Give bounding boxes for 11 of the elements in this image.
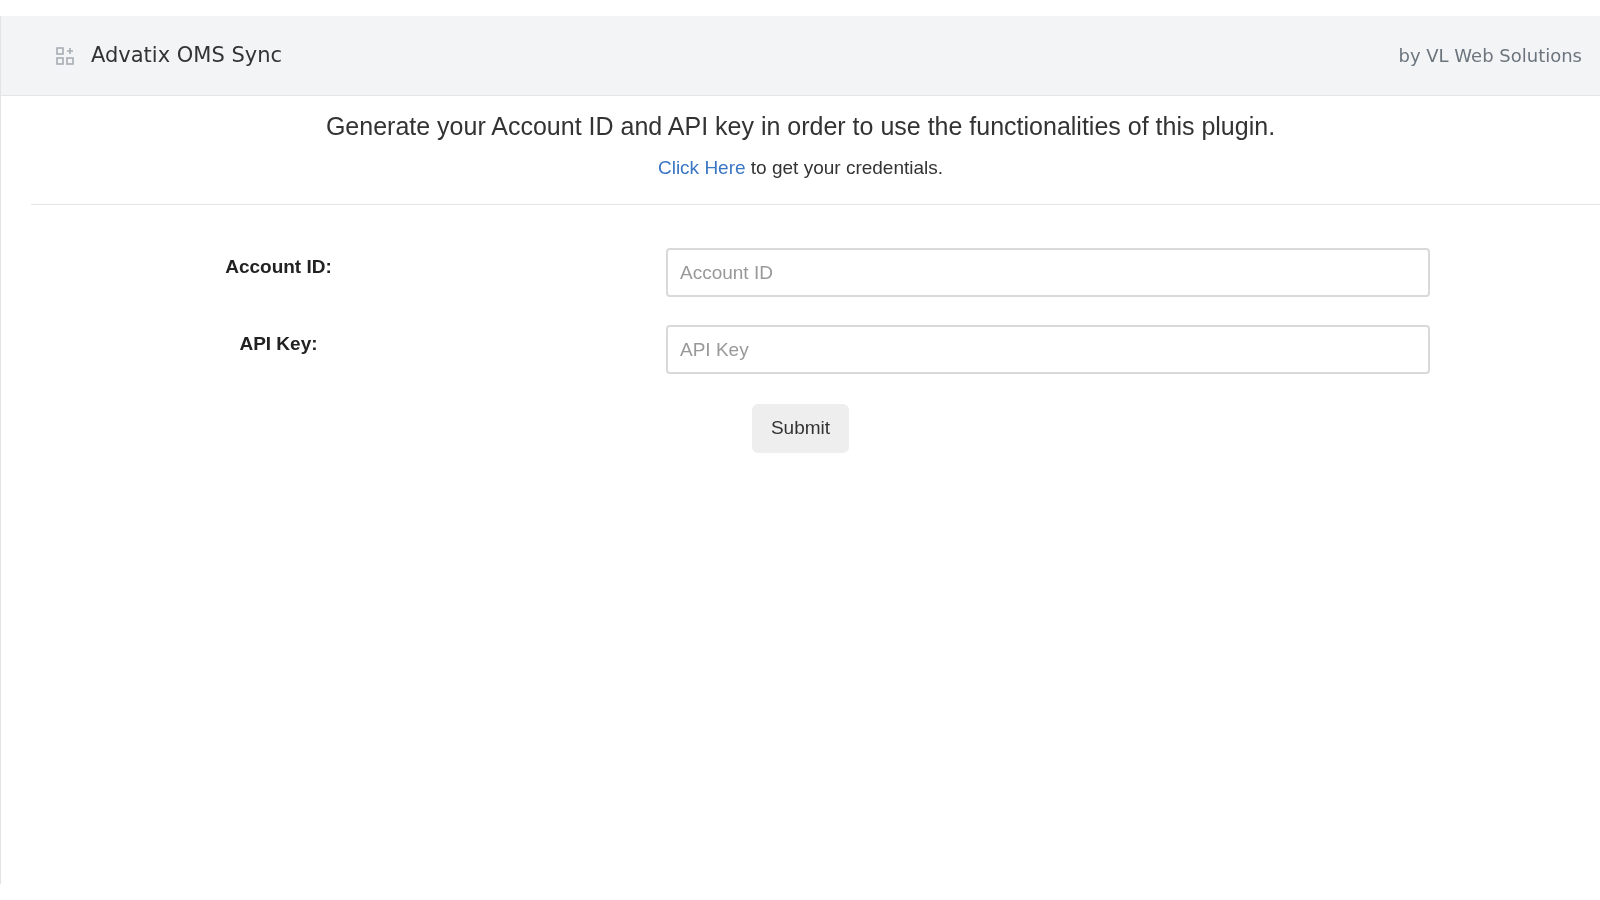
- apps-icon: [55, 45, 75, 66]
- click-here-link[interactable]: Click Here: [657, 156, 746, 178]
- credentials-hint: Click Here to get your credentials.: [656, 155, 945, 180]
- vendor-credit: by VL Web Solutions: [1398, 44, 1582, 68]
- input-field[interactable]: Account ID: [666, 248, 1430, 297]
- submit-button[interactable]: Submit: [751, 404, 850, 453]
- field-label: API Key:: [238, 332, 319, 356]
- field-label: Account ID:: [224, 255, 333, 279]
- intro-heading: Generate your Account ID and API key in order to use the functionalities of this plugin.: [324, 111, 1277, 142]
- app-title: Advatix OMS Sync: [91, 41, 283, 69]
- input-field[interactable]: API Key: [666, 325, 1430, 374]
